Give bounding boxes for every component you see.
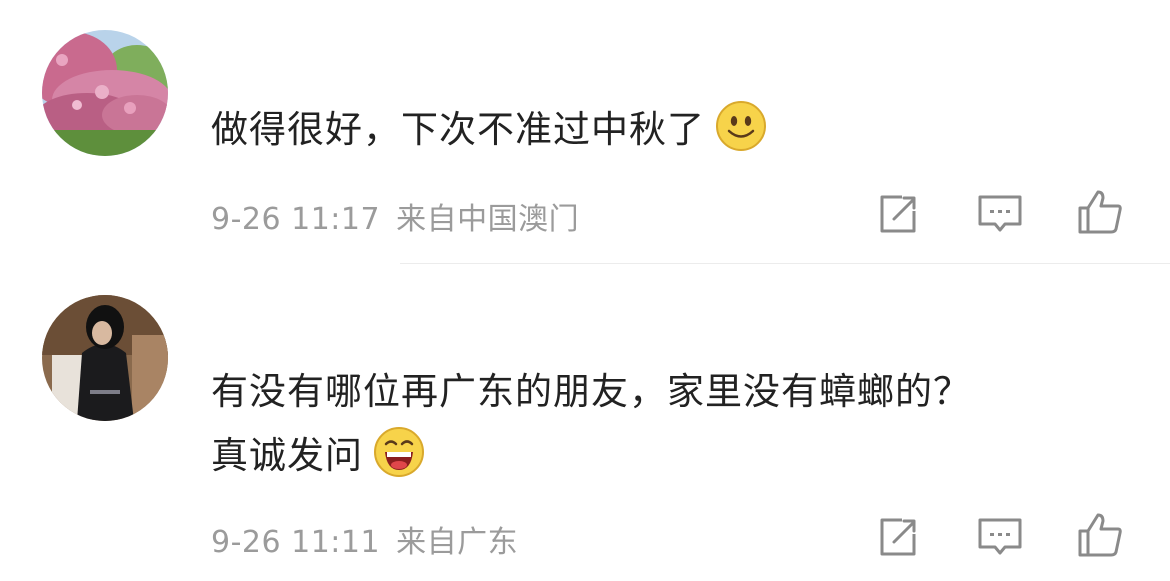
comment-time: 9-26 11:11 — [211, 525, 381, 560]
like-button[interactable] — [1076, 511, 1124, 559]
comment-icon — [978, 195, 1022, 232]
comment-text-line-2: 真诚发问 — [211, 424, 1130, 488]
avatar[interactable] — [42, 30, 168, 156]
comment-item: 做得很好，下次不准过中秋了 9-26 11:17 来自中国澳门 — [0, 0, 1170, 265]
share-icon — [880, 195, 916, 233]
comment-item: 有没有哪位再广东的朋友，家里没有蟑螂的？ 真诚发问 9-26 11:11 来自广东 — [0, 265, 1170, 581]
comment-text-line: 真诚发问 — [211, 434, 363, 477]
comment-source: 来自广东 — [396, 525, 519, 560]
comment-text: 做得很好，下次不准过中秋了 — [211, 108, 705, 151]
like-icon — [1078, 513, 1122, 557]
share-icon — [880, 518, 916, 556]
comment-text-line: 有没有哪位再广东的朋友，家里没有蟑螂的？ — [211, 370, 971, 413]
laugh-emoji-icon — [373, 426, 425, 478]
comment-icon — [978, 518, 1022, 555]
smile-emoji-icon — [715, 100, 767, 152]
comment-time: 9-26 11:17 — [211, 202, 381, 237]
comment-button[interactable] — [976, 513, 1024, 561]
comment-source: 来自中国澳门 — [396, 202, 580, 237]
comment-meta: 9-26 11:11 来自广东 — [211, 517, 518, 561]
comment-text-block: 有没有哪位再广东的朋友，家里没有蟑螂的？ 真诚发问 — [211, 360, 1130, 488]
like-icon — [1078, 190, 1122, 234]
share-button[interactable] — [874, 190, 922, 238]
share-button[interactable] — [874, 513, 922, 561]
avatar[interactable] — [42, 295, 168, 421]
comment-button[interactable] — [976, 190, 1024, 238]
like-button[interactable] — [1076, 188, 1124, 236]
comment-text-block: 做得很好，下次不准过中秋了 — [211, 98, 1130, 162]
divider — [400, 263, 1170, 264]
comment-meta: 9-26 11:17 来自中国澳门 — [211, 194, 579, 238]
